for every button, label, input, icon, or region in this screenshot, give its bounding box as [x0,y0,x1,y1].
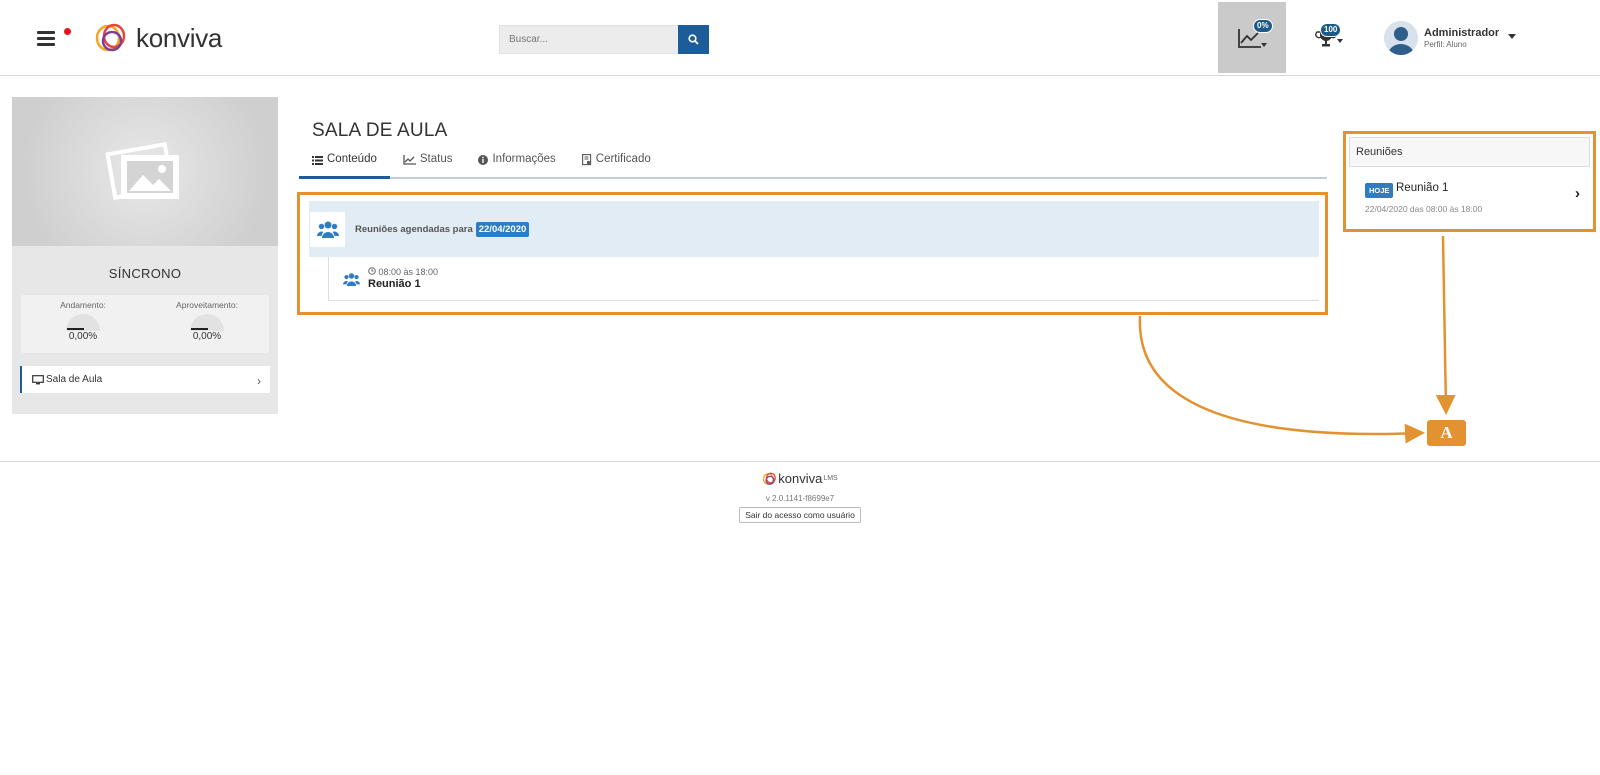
meetings-widget-item[interactable]: HOJE Reunião 1 22/04/2020 das 08:00 às 1… [1349,167,1590,227]
exit-user-access-button[interactable]: Sair do acesso como usuário [739,506,861,523]
annotation-arrow-left [1138,315,1425,444]
caret-down-icon [1508,34,1517,39]
score-label: Aproveitamento: [176,300,238,310]
meeting-name: Reunião 1 [368,278,421,290]
tab-label: Status [419,153,453,165]
info-icon [478,155,489,165]
tabs: Conteúdo Status Informações Certificado [299,148,1327,179]
stats-badge: 0% [1253,19,1273,33]
tab-informacoes[interactable]: Informações [465,148,568,179]
annotation-arrow-right [1435,235,1456,415]
user-avatar-icon [1384,21,1418,55]
score-value: 0,00% [192,331,222,342]
certificate-icon [581,154,591,166]
meeting-time: 08:00 às 18:00 [378,267,439,277]
search-icon [688,34,699,45]
meetings-header: Reuniões agendadas para 22/04/2020 [309,201,1319,257]
monitor-icon [32,374,44,384]
users-icon [343,272,360,286]
menu-icon[interactable] [37,31,55,46]
page-title: SALA DE AULA [312,120,448,141]
sala-link-label: Sala de Aula [46,374,103,385]
user-menu[interactable]: Administrador Perfil: Aluno [1384,20,1517,56]
footer: konviva LMS v 2.0.1141-f8699e7 Sair do ac… [0,461,1600,523]
konviva-logo-icon [95,23,126,52]
search-box [499,25,709,54]
footer-logo-text: konviva [778,471,823,486]
meeting-item[interactable]: 08:00 às 18:00 Reunião 1 [328,257,1319,301]
gauge-arc [190,314,224,331]
tab-label: Informações [492,153,556,165]
search-input[interactable] [499,25,679,54]
avatar [1384,21,1418,55]
meetings-widget: Reuniões HOJE Reunião 1 22/04/2020 das 0… [1343,131,1596,232]
tab-conteudo[interactable]: Conteúdo [299,148,390,179]
tab-label: Conteúdo [327,153,377,165]
konviva-logo[interactable]: konviva [94,20,222,56]
meetings-panel: Reuniões agendadas para 22/04/2020 08:00… [297,192,1328,315]
score-gauge: Aproveitamento: 0,00% [157,295,257,353]
clock-icon [368,267,376,275]
stats-button[interactable]: 0% [1218,2,1286,73]
konviva-logo-icon [763,472,777,485]
user-role: Perfil: Aluno [1424,40,1467,49]
chart-icon [403,155,416,165]
meeting-time-row: 08:00 às 18:00 [368,267,438,277]
course-image [12,97,278,246]
meetings-widget-date: 22/04/2020 das 08:00 às 18:00 [1365,204,1483,214]
notification-dot [64,28,71,35]
footer-version: v 2.0.1141-f8699e7 [765,493,835,503]
tab-status[interactable]: Status [390,148,466,179]
meetings-icon-box [309,210,346,248]
meetings-widget-name: Reunião 1 [1396,182,1449,194]
tab-label: Certificado [595,153,651,165]
sala-de-aula-link[interactable]: Sala de Aula › [20,366,270,393]
gauge-needle [67,328,84,330]
gauges-box: Andamento: 0,00% Aproveitamento: 0,00% [21,295,269,353]
chevron-right-icon: › [1575,185,1580,202]
top-bar: konviva 0% 100 [0,0,1600,76]
users-icon [316,221,339,238]
footer-logo: konviva LMS [762,471,838,486]
meetings-widget-title: Reuniões [1349,137,1590,167]
gauge-needle [191,328,208,330]
chevron-right-icon: › [257,374,261,388]
user-name: Administrador [1424,27,1500,39]
trophy-badge: 100 [1320,23,1342,37]
course-panel: SÍNCRONO Andamento: 0,00% Aproveitamento… [12,97,278,414]
image-placeholder-icon [105,141,179,200]
search-button[interactable] [678,25,709,54]
today-badge: HOJE [1365,183,1394,198]
logo-text: konviva [136,22,223,53]
trophy-button[interactable]: 100 [1310,20,1350,56]
progress-value: 0,00% [68,331,98,342]
annotation-label: A [1427,420,1466,446]
gauge-arc [66,314,100,331]
meetings-header-text: Reuniões agendadas para [355,223,473,235]
course-title: SÍNCRONO [108,266,182,281]
progress-gauge: Andamento: 0,00% [33,295,133,353]
progress-label: Andamento: [60,300,106,310]
list-icon [312,156,323,165]
footer-logo-sup: LMS [823,475,838,482]
meetings-date-badge: 22/04/2020 [475,221,530,237]
tab-certificado[interactable]: Certificado [569,148,664,179]
